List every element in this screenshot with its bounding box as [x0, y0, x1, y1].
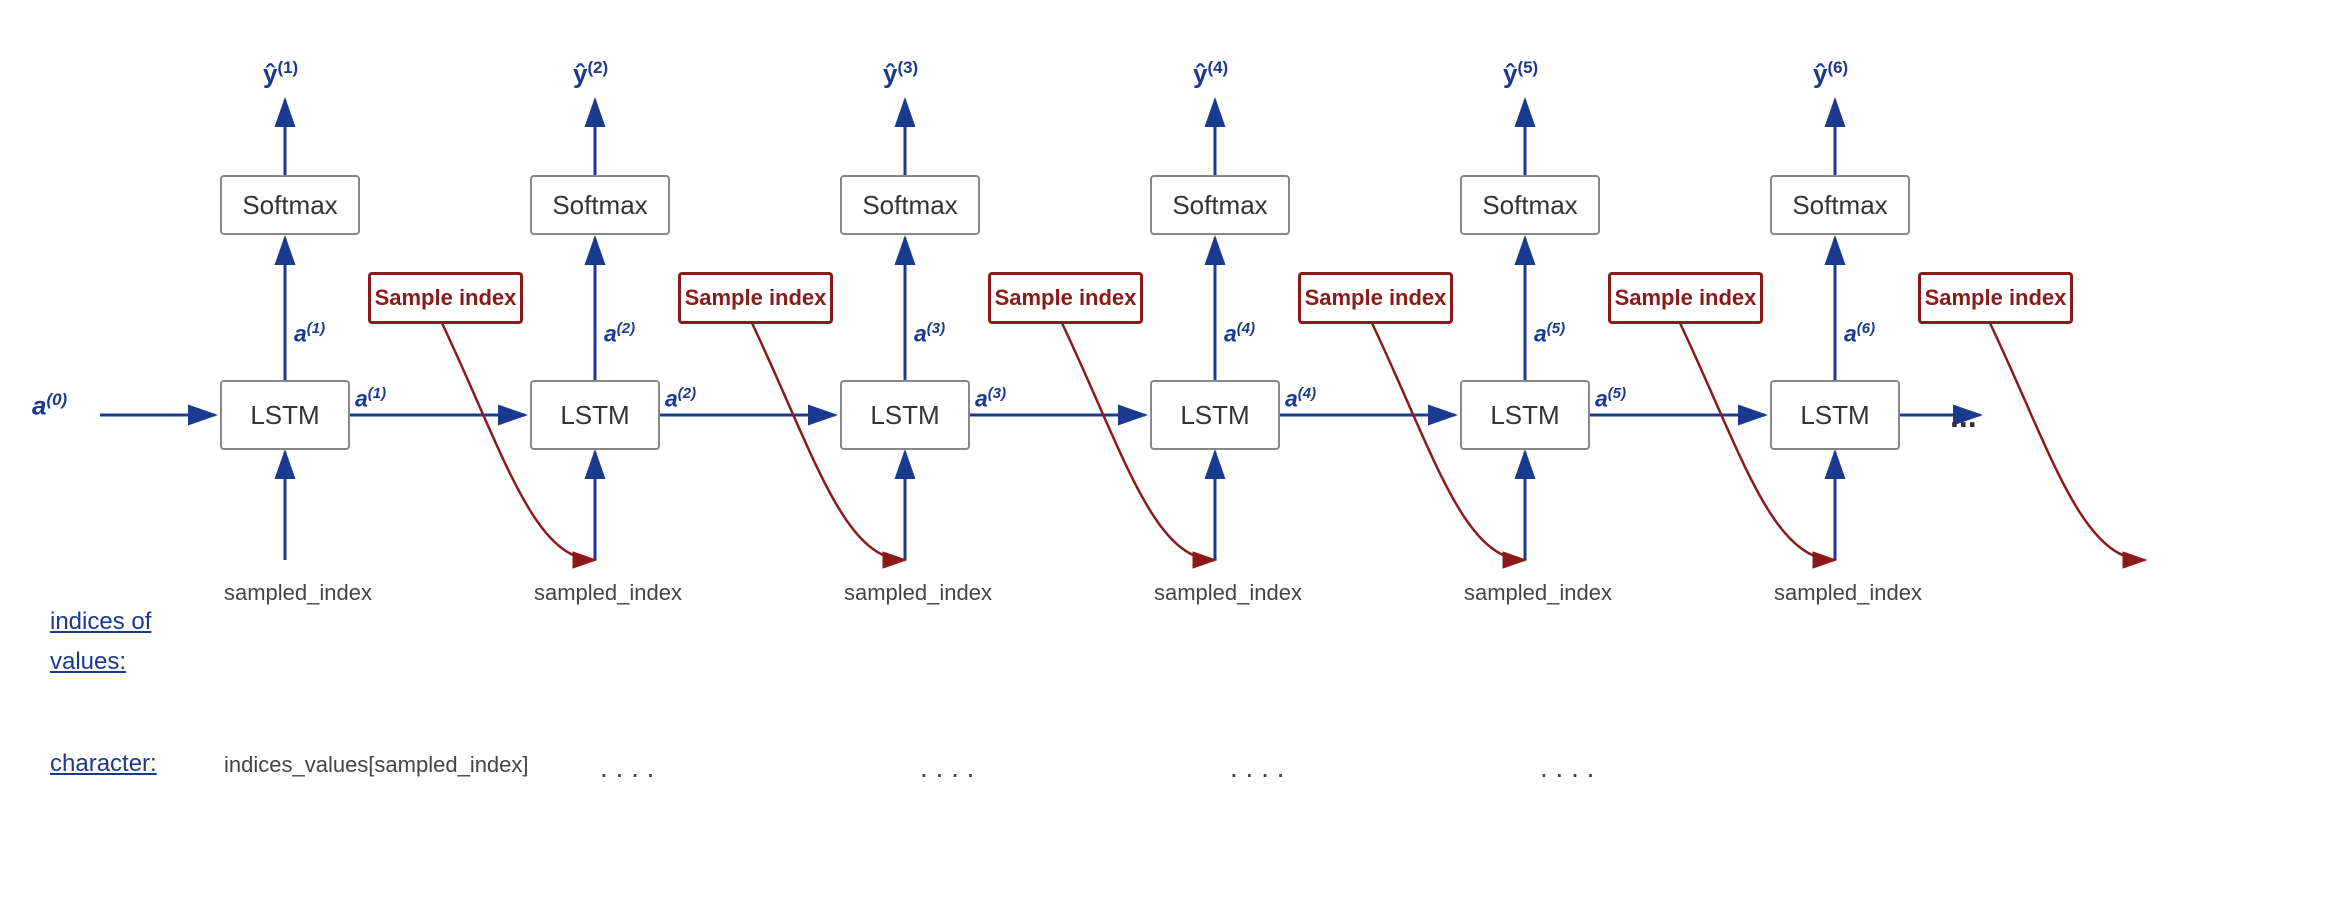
sampled-index-label-0: sampled_index [224, 580, 372, 606]
lstm-box-4: LSTM [1460, 380, 1590, 450]
indices-values-label: indices_values[sampled_index] [224, 752, 529, 778]
sample-index-box-3: Sample index [988, 272, 1143, 324]
a2-vertical-label: a(2) [604, 320, 635, 348]
softmax-box-3: Softmax [1150, 175, 1290, 235]
softmax-box-5: Softmax [1770, 175, 1910, 235]
softmax-box-1: Softmax [530, 175, 670, 235]
a4-vertical-label: a(4) [1224, 320, 1255, 348]
indices-of-label: indices of [50, 608, 151, 636]
lstm-box-0: LSTM [220, 380, 350, 450]
sampled-index-label-1: sampled_index [534, 580, 682, 606]
sample-index-box-2: Sample index [678, 272, 833, 324]
yhat5-label: ŷ(5) [1503, 58, 1538, 90]
values-label: values: [50, 648, 126, 676]
dots-bottom-3: . . . . [1230, 752, 1284, 784]
diagram-container: a(0) LSTM LSTM LSTM LSTM LSTM LSTM ... S… [0, 0, 2342, 906]
a1-arrow-label: a(1) [355, 385, 386, 413]
yhat3-label: ŷ(3) [883, 58, 918, 90]
lstm-box-2: LSTM [840, 380, 970, 450]
a3-vertical-label: a(3) [914, 320, 945, 348]
sampled-index-label-4: sampled_index [1464, 580, 1612, 606]
yhat1-label: ŷ(1) [263, 58, 298, 90]
sample-index-box-5: Sample index [1608, 272, 1763, 324]
a4-arrow-label: a(4) [1285, 385, 1316, 413]
dots-bottom-1: . . . . [600, 752, 654, 784]
softmax-box-2: Softmax [840, 175, 980, 235]
yhat4-label: ŷ(4) [1193, 58, 1228, 90]
a3-arrow-label: a(3) [975, 385, 1006, 413]
sampled-index-label-5: sampled_index [1774, 580, 1922, 606]
softmax-box-0: Softmax [220, 175, 360, 235]
sampled-index-label-3: sampled_index [1154, 580, 1302, 606]
sampled-index-label-2: sampled_index [844, 580, 992, 606]
dots-bottom-4: . . . . [1540, 752, 1594, 784]
sample-index-box-1: Sample index [368, 272, 523, 324]
lstm-box-3: LSTM [1150, 380, 1280, 450]
sample-index-box-6: Sample index [1918, 272, 2073, 324]
lstm-box-5: LSTM [1770, 380, 1900, 450]
a5-vertical-label: a(5) [1534, 320, 1565, 348]
lstm-box-1: LSTM [530, 380, 660, 450]
yhat2-label: ŷ(2) [573, 58, 608, 90]
a2-arrow-label: a(2) [665, 385, 696, 413]
softmax-box-4: Softmax [1460, 175, 1600, 235]
dots-bottom-2: . . . . [920, 752, 974, 784]
a1-vertical-label: a(1) [294, 320, 325, 348]
a6-vertical-label: a(6) [1844, 320, 1875, 348]
sample-index-box-4: Sample index [1298, 272, 1453, 324]
a5-arrow-label: a(5) [1595, 385, 1626, 413]
a0-label: a(0) [32, 390, 67, 422]
yhat6-label: ŷ(6) [1813, 58, 1848, 90]
dots-horizontal: ... [1950, 398, 1977, 435]
character-label: character: [50, 750, 157, 778]
